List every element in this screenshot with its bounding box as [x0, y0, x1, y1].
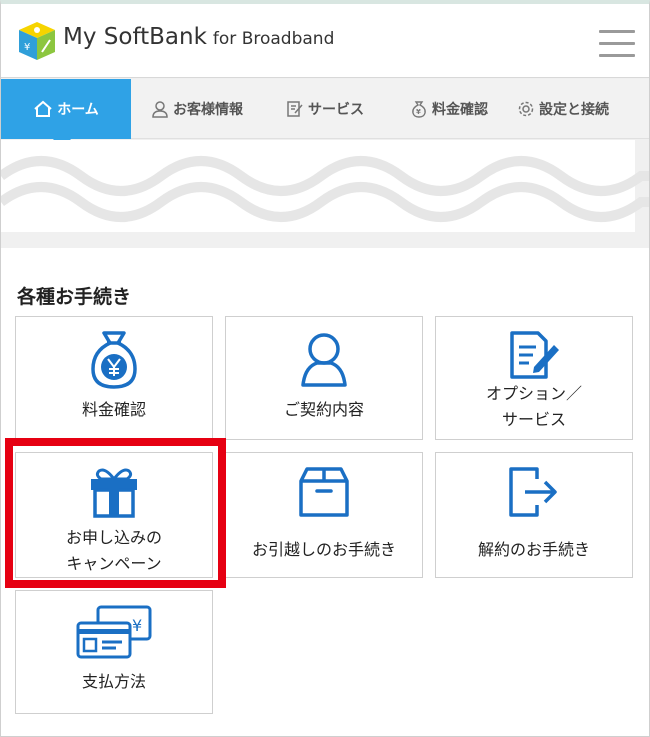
svg-text:¥: ¥	[416, 108, 421, 116]
tab-services[interactable]: サービス	[263, 79, 387, 139]
section-title: 各種お手続き	[17, 286, 132, 308]
softbank-logo-icon[interactable]: ¥	[17, 20, 57, 62]
gear-icon	[518, 101, 534, 117]
user-icon	[152, 101, 168, 118]
app-header: ¥ My SoftBank for Broadband	[1, 4, 649, 78]
tile-payment-label: 支払方法	[81, 672, 146, 691]
procedures-section: 各種お手続き 料金確認 ご契約内容 オプション／ サービス お申し込みの キャン…	[1, 248, 649, 736]
tile-options-label-2: サービス	[501, 410, 566, 429]
home-icon	[34, 100, 52, 117]
content-break	[1, 140, 649, 248]
credit-card-icon: ¥	[76, 605, 152, 659]
tab-services-label: サービス	[308, 102, 364, 118]
tab-customer-info[interactable]: お客様情報	[131, 79, 263, 139]
tile-cancel-label: 解約のお手続き	[477, 540, 590, 559]
tile-campaign-label-1: お申し込みの	[65, 528, 162, 547]
gift-icon	[91, 468, 137, 518]
edit-icon	[287, 101, 303, 117]
svg-text:¥: ¥	[132, 616, 142, 635]
tile-contract[interactable]: ご契約内容	[225, 316, 423, 440]
tile-cancel[interactable]: 解約のお手続き	[435, 452, 633, 578]
tile-options-label-1: オプション／	[485, 384, 582, 403]
tile-contract-label: ご契約内容	[283, 400, 364, 419]
tile-payment[interactable]: ¥ 支払方法	[15, 590, 213, 714]
document-edit-icon	[510, 331, 559, 379]
money-bag-icon: ¥	[412, 101, 426, 118]
brand-suffix: for Broadband	[212, 29, 335, 49]
tile-campaign-label-2: キャンペーン	[66, 554, 162, 573]
tile-campaign[interactable]: お申し込みの キャンペーン	[15, 452, 213, 578]
global-nav: ホーム お客様情報 サービス ¥ 料金確認 設定と接続	[1, 79, 649, 149]
brand-title: My SoftBank for Broadband	[63, 24, 334, 50]
tab-home[interactable]: ホーム	[1, 79, 131, 149]
yen-bag-icon	[91, 331, 137, 389]
tile-billing[interactable]: 料金確認	[15, 316, 213, 440]
hamburger-icon[interactable]	[599, 30, 635, 58]
tab-settings[interactable]: 設定と接続	[511, 79, 649, 139]
tile-moving-label: お引越しのお手続き	[251, 540, 396, 559]
tab-customer-info-label: お客様情報	[173, 102, 243, 118]
tile-options[interactable]: オプション／ サービス	[435, 316, 633, 440]
tile-moving[interactable]: お引越しのお手続き	[225, 452, 423, 578]
brand-name: My SoftBank	[63, 24, 207, 50]
svg-text:¥: ¥	[24, 42, 30, 53]
exit-icon	[509, 467, 557, 517]
tab-billing[interactable]: ¥ 料金確認	[387, 79, 511, 139]
tab-billing-label: 料金確認	[432, 102, 488, 118]
wave-divider	[1, 156, 649, 222]
tab-home-label: ホーム	[57, 102, 99, 118]
tab-settings-label: 設定と接続	[539, 102, 609, 118]
box-icon	[299, 467, 349, 517]
person-icon	[301, 333, 347, 387]
tile-billing-label: 料金確認	[81, 400, 146, 419]
